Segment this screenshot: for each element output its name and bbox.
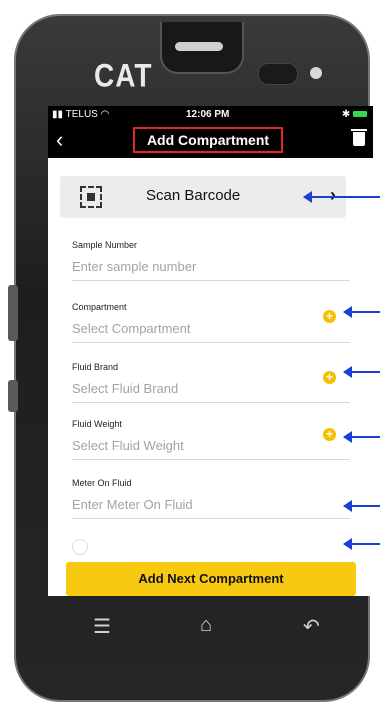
add-next-compartment-button[interactable]: Add Next Compartment <box>66 562 356 596</box>
field-placeholder[interactable]: Select Fluid Weight <box>72 438 184 453</box>
status-time: 12:06 PM <box>186 109 230 120</box>
status-bar: ▮▮ TELUS ◠ 12:06 PM ✱ <box>48 106 373 124</box>
annotation-arrow <box>343 538 380 550</box>
field-placeholder[interactable]: Enter sample number <box>72 259 196 274</box>
barcode-icon <box>80 186 102 208</box>
sample-number-field[interactable]: Sample Number Enter sample number <box>72 240 350 281</box>
field-label: Compartment <box>72 302 127 312</box>
back-nav-icon[interactable]: ↶ <box>303 614 320 639</box>
field-label: Meter On Fluid <box>72 478 132 488</box>
camera-lens <box>310 67 322 79</box>
add-compartment-icon[interactable]: + <box>323 310 336 323</box>
compartment-field[interactable]: Compartment Select Compartment + <box>72 302 350 343</box>
page-title: Add Compartment <box>133 127 283 153</box>
speaker-slot <box>175 42 223 51</box>
annotation-arrow <box>343 306 380 318</box>
field-placeholder[interactable]: Enter Meter On Fluid <box>72 497 193 512</box>
fluid-brand-field[interactable]: Fluid Brand Select Fluid Brand + <box>72 362 350 403</box>
brand-logo: CAT <box>94 57 153 94</box>
home-icon[interactable]: ⌂ <box>200 614 212 637</box>
toggle-option[interactable] <box>72 539 88 555</box>
fluid-weight-field[interactable]: Fluid Weight Select Fluid Weight + <box>72 419 350 460</box>
status-right: ✱ <box>342 109 367 120</box>
volume-button <box>8 285 18 341</box>
back-icon[interactable]: ‹ <box>56 127 63 153</box>
app-screen: ▮▮ TELUS ◠ 12:06 PM ✱ ‹ Add Compartment … <box>48 106 373 596</box>
add-fluid-weight-icon[interactable]: + <box>323 428 336 441</box>
annotation-arrow <box>303 191 380 203</box>
camera-sensor <box>258 63 298 85</box>
android-nav-bar: ☰ ⌂ ↶ <box>48 600 373 650</box>
annotation-arrow <box>343 500 380 512</box>
side-button <box>8 380 18 412</box>
bluetooth-icon: ✱ <box>341 109 351 120</box>
field-label: Fluid Weight <box>72 419 122 429</box>
carrier-label: ▮▮ TELUS ◠ <box>52 109 110 120</box>
signal-icon: ▮▮ <box>52 109 66 120</box>
wifi-icon: ◠ <box>100 109 110 120</box>
app-header: ‹ Add Compartment <box>48 124 373 158</box>
battery-icon <box>353 111 367 118</box>
annotation-arrow <box>343 431 380 443</box>
trash-icon[interactable] <box>351 129 367 146</box>
add-fluid-brand-icon[interactable]: + <box>323 371 336 384</box>
annotation-arrow <box>343 366 380 378</box>
scan-barcode-label: Scan Barcode <box>146 187 241 204</box>
field-label: Fluid Brand <box>72 362 119 372</box>
meter-on-fluid-field[interactable]: Meter On Fluid Enter Meter On Fluid <box>72 478 350 519</box>
field-placeholder[interactable]: Select Fluid Brand <box>72 381 178 396</box>
field-placeholder[interactable]: Select Compartment <box>72 321 191 336</box>
recent-apps-icon[interactable]: ☰ <box>93 614 111 639</box>
field-label: Sample Number <box>72 240 138 250</box>
